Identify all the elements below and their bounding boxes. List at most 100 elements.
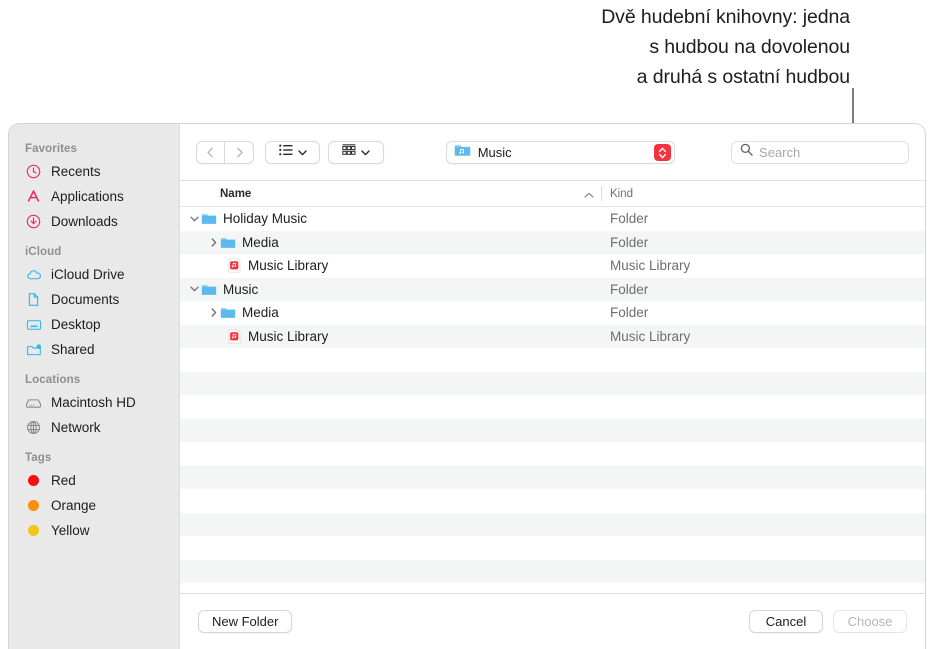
new-folder-button[interactable]: New Folder: [198, 610, 293, 633]
folder-icon: [220, 234, 236, 250]
chevron-down-icon: [361, 143, 370, 161]
sidebar-item-tag-red[interactable]: Red: [9, 468, 179, 493]
clock-icon: [25, 163, 42, 180]
empty-row: [180, 348, 925, 372]
sidebar-item-macintosh-hd[interactable]: Macintosh HD: [9, 390, 179, 415]
file-kind: Music Library: [610, 328, 691, 344]
empty-row: [180, 418, 925, 442]
sidebar-item-label: Recents: [51, 164, 101, 179]
disclosure-triangle-expanded[interactable]: [188, 286, 201, 292]
open-file-dialog-window: Favorites Recents Applications Downloads: [8, 123, 926, 649]
sidebar-item-label: Applications: [51, 189, 124, 204]
content-pane: Music Search Name Kind Holiday Music Fol…: [179, 124, 925, 649]
view-options-button[interactable]: [265, 140, 321, 164]
search-icon: [740, 143, 753, 161]
sidebar-item-documents[interactable]: Documents: [9, 287, 179, 312]
cancel-button[interactable]: Cancel: [749, 610, 823, 633]
file-name: Media: [242, 234, 279, 250]
folder-icon: [201, 211, 217, 227]
file-kind: Music Library: [610, 258, 691, 274]
sidebar-item-label: Shared: [51, 342, 95, 357]
shared-folder-icon: [25, 341, 42, 358]
sidebar-item-label: Network: [51, 420, 101, 435]
file-name: Music: [223, 281, 259, 297]
search-placeholder: Search: [759, 144, 801, 160]
disclosure-triangle-expanded[interactable]: [188, 216, 201, 222]
callout-line-1: Dvě hudební knihovny: jedna: [601, 6, 850, 28]
file-name: Music Library: [248, 328, 329, 344]
table-row[interactable]: Media Folder: [180, 301, 925, 325]
sidebar-header-favorites: Favorites: [25, 143, 78, 155]
chevron-down-icon: [297, 143, 307, 161]
sidebar-item-network[interactable]: Network: [9, 415, 179, 440]
toolbar: Music Search: [180, 124, 925, 180]
list-view-icon: [278, 143, 293, 161]
grid-group-icon: [342, 143, 356, 161]
choose-button[interactable]: Choose: [833, 610, 907, 633]
sidebar-item-tag-orange[interactable]: Orange: [9, 493, 179, 518]
path-popup-label: Music: [477, 144, 512, 160]
callout-line-3: a druhá s ostatní hudbou: [636, 66, 850, 88]
empty-row: [180, 559, 925, 583]
empty-row: [180, 512, 925, 536]
file-name: Music Library: [248, 258, 329, 274]
sidebar-item-label: Desktop: [51, 317, 101, 332]
forward-button[interactable]: [225, 140, 254, 164]
sort-ascending-icon: [584, 189, 594, 201]
tag-dot-icon: [25, 522, 42, 539]
sidebar-header-locations: Locations: [25, 374, 81, 386]
table-row[interactable]: Music Folder: [180, 277, 925, 301]
globe-icon: [25, 419, 42, 436]
sidebar-item-recents[interactable]: Recents: [9, 159, 179, 184]
column-header-row: Name Kind: [180, 180, 925, 207]
sidebar-group-tags: Tags Red Orange Yellow: [9, 452, 179, 543]
table-row[interactable]: Music Library Music Library: [180, 254, 925, 278]
disclosure-triangle-collapsed[interactable]: [207, 238, 220, 247]
navigation-buttons: [196, 140, 254, 164]
disclosure-triangle-collapsed[interactable]: [207, 308, 220, 317]
path-popup-button[interactable]: Music: [445, 140, 676, 164]
sidebar-item-downloads[interactable]: Downloads: [9, 209, 179, 234]
tag-dot-icon: [25, 497, 42, 514]
cloud-icon: [25, 266, 42, 283]
music-folder-icon: [454, 143, 471, 162]
back-button[interactable]: [196, 140, 225, 164]
empty-row: [180, 536, 925, 560]
empty-row: [180, 395, 925, 419]
sidebar-group-icloud: iCloud iCloud Drive Documents Desktop Sh…: [9, 246, 179, 362]
empty-row: [180, 442, 925, 466]
music-library-icon: [226, 258, 242, 274]
sidebar-item-label: iCloud Drive: [51, 267, 125, 282]
column-header-name[interactable]: Name: [180, 188, 251, 200]
popup-stepper-icon[interactable]: [654, 144, 672, 161]
sidebar[interactable]: Favorites Recents Applications Downloads: [9, 124, 179, 649]
file-kind: Folder: [610, 305, 649, 321]
sidebar-item-applications[interactable]: Applications: [9, 184, 179, 209]
column-header-kind[interactable]: Kind: [610, 188, 633, 200]
sidebar-header-tags: Tags: [25, 452, 52, 464]
table-row[interactable]: Holiday Music Folder: [180, 207, 925, 231]
table-row[interactable]: Media Folder: [180, 230, 925, 254]
callout-annotation-text: Dvě hudební knihovny: jedna s hudbou na …: [430, 2, 850, 92]
search-input[interactable]: Search: [731, 140, 910, 164]
column-divider[interactable]: [601, 186, 602, 201]
sidebar-item-label: Red: [51, 473, 76, 488]
table-row[interactable]: Music Library Music Library: [180, 324, 925, 348]
music-library-icon: [226, 328, 242, 344]
group-by-button[interactable]: [328, 140, 384, 164]
sidebar-item-desktop[interactable]: Desktop: [9, 312, 179, 337]
sidebar-group-locations: Locations Macintosh HD Network: [9, 374, 179, 440]
sidebar-item-label: Downloads: [51, 214, 118, 229]
sidebar-item-tag-yellow[interactable]: Yellow: [9, 518, 179, 543]
empty-row: [180, 489, 925, 513]
sidebar-item-icloud-drive[interactable]: iCloud Drive: [9, 262, 179, 287]
file-list[interactable]: Holiday Music Folder Media Folder Music …: [180, 207, 925, 593]
harddisk-icon: [25, 394, 42, 411]
sidebar-item-shared[interactable]: Shared: [9, 337, 179, 362]
file-name: Holiday Music: [223, 211, 308, 227]
sidebar-item-label: Macintosh HD: [51, 395, 136, 410]
folder-icon: [220, 305, 236, 321]
desktop-icon: [25, 316, 42, 333]
empty-row: [180, 371, 925, 395]
folder-icon: [201, 281, 217, 297]
